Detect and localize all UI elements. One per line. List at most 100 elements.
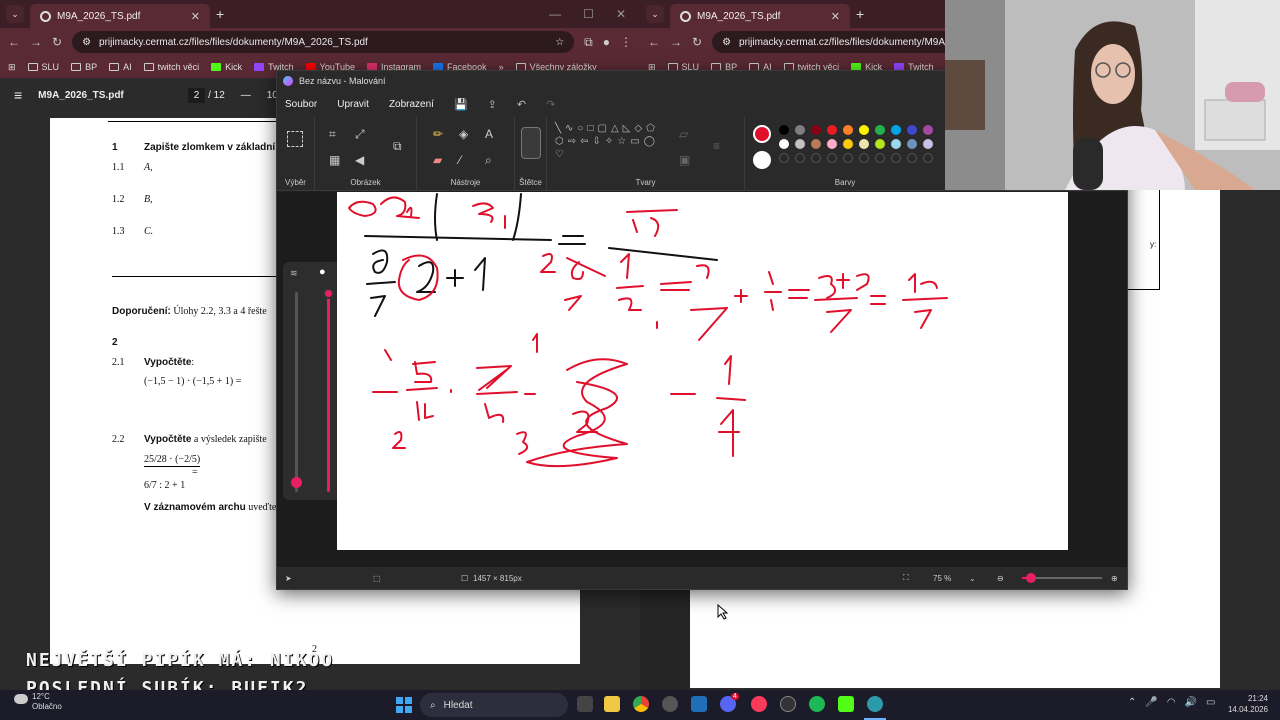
- close-tab-icon[interactable]: ✕: [831, 10, 840, 23]
- reload-icon[interactable]: ↻: [692, 35, 702, 49]
- weather-widget[interactable]: 12°C Oblačno: [14, 692, 62, 712]
- menu-icon[interactable]: ⋮: [620, 35, 632, 49]
- color-swatch[interactable]: [891, 125, 901, 135]
- color-swatch[interactable]: [795, 139, 805, 149]
- fit-screen-icon[interactable]: ⛶: [903, 573, 909, 583]
- settings-icon[interactable]: [662, 696, 678, 712]
- color-swatch[interactable]: [811, 125, 821, 135]
- pencil-icon[interactable]: ✏: [433, 127, 443, 141]
- heart-icon[interactable]: ♡: [555, 149, 564, 160]
- clock[interactable]: 21:24 14.04.2026: [1228, 693, 1268, 715]
- back-icon[interactable]: ←: [8, 35, 20, 49]
- bookmark-item[interactable]: AI: [109, 62, 132, 72]
- chevron-up-icon[interactable]: ⌃: [1128, 697, 1136, 708]
- battery-icon[interactable]: ▭: [1206, 697, 1215, 708]
- zoom-out-icon[interactable]: —: [241, 90, 251, 101]
- color-picker-icon[interactable]: ⁄: [459, 153, 461, 167]
- color-swatch[interactable]: [859, 139, 869, 149]
- color-swatch[interactable]: [859, 125, 869, 135]
- curve-icon[interactable]: ∿: [565, 123, 573, 134]
- custom-color-slot[interactable]: [859, 153, 869, 163]
- color-swatch[interactable]: [923, 139, 933, 149]
- outline-icon[interactable]: ▱: [679, 127, 688, 141]
- paint-app-icon[interactable]: [867, 696, 883, 712]
- save-icon[interactable]: 💾: [454, 98, 468, 111]
- tab-search-icon[interactable]: ⌄: [646, 5, 664, 23]
- zoom-out-icon[interactable]: ⊖: [997, 574, 1004, 583]
- custom-color-slot[interactable]: [907, 153, 917, 163]
- bookmark-star-icon[interactable]: ☆: [555, 37, 564, 48]
- text-icon[interactable]: A: [485, 127, 493, 141]
- star4-icon[interactable]: ✧: [605, 136, 613, 147]
- custom-color-slot[interactable]: [875, 153, 885, 163]
- share-icon[interactable]: ⇪: [488, 98, 497, 111]
- color-swatch[interactable]: [891, 139, 901, 149]
- callout-oval-icon[interactable]: ◯: [644, 136, 655, 147]
- star5-icon[interactable]: ☆: [617, 136, 626, 147]
- zoom-slider[interactable]: [1022, 573, 1102, 583]
- forward-icon[interactable]: →: [30, 35, 42, 49]
- spotify-icon[interactable]: [809, 696, 825, 712]
- site-info-icon[interactable]: ⚙: [82, 37, 91, 48]
- zoom-knob[interactable]: [1026, 573, 1036, 583]
- fill-icon[interactable]: ◈: [459, 127, 468, 141]
- arrow-down-icon[interactable]: ⇩: [593, 136, 601, 147]
- new-tab-icon[interactable]: +: [856, 6, 864, 22]
- close-tab-icon[interactable]: ✕: [191, 10, 200, 23]
- rectangle-icon[interactable]: □: [587, 123, 593, 134]
- app-icon[interactable]: [691, 696, 707, 712]
- arrow-right-icon[interactable]: ⇨: [568, 136, 576, 147]
- obs-icon[interactable]: [780, 696, 796, 712]
- task-view-icon[interactable]: [577, 696, 593, 712]
- zoom-level[interactable]: 75 %: [933, 574, 951, 583]
- file-explorer-icon[interactable]: [604, 696, 620, 712]
- menu-view[interactable]: Zobrazení: [389, 99, 434, 110]
- minimize-icon[interactable]: —: [549, 7, 561, 21]
- tab-pdf[interactable]: M9A_2026_TS.pdf ✕: [670, 4, 850, 28]
- rotate-icon[interactable]: ◀: [355, 153, 364, 167]
- zoom-dropdown-icon[interactable]: ⌄: [969, 574, 976, 583]
- pdf-menu-icon[interactable]: ≡: [14, 87, 22, 103]
- close-window-icon[interactable]: ✕: [616, 7, 626, 21]
- selection-icon[interactable]: [287, 131, 303, 147]
- size-icon[interactable]: ≡: [713, 139, 720, 153]
- background-removal-icon[interactable]: ▦: [329, 153, 340, 167]
- hexagon-icon[interactable]: ⬡: [555, 136, 564, 147]
- wifi-icon[interactable]: ◠: [1167, 697, 1176, 708]
- arrow-left-icon[interactable]: ⇦: [580, 136, 588, 147]
- start-icon[interactable]: [396, 697, 412, 713]
- redo-icon[interactable]: ↷: [546, 98, 555, 111]
- color-swatch[interactable]: [843, 125, 853, 135]
- url-bar[interactable]: ⚙ prijimacky.cermat.cz/files/files/dokum…: [72, 31, 575, 53]
- apps-icon[interactable]: ⊞: [8, 62, 16, 73]
- custom-color-slot[interactable]: [923, 153, 933, 163]
- shapes-gallery[interactable]: ╲ ∿ ○ □ ▢ △ ◺ ◇ ⬠ ⬡ ⇨ ⇦ ⇩ ✧ ☆ ▭ ◯ ♡: [555, 123, 659, 160]
- shape-fill-icon[interactable]: ▣: [679, 153, 690, 167]
- opacity-slider[interactable]: [291, 292, 302, 492]
- bookmark-item[interactable]: BP: [71, 62, 97, 72]
- extensions-icon[interactable]: ⧉: [584, 35, 593, 50]
- profile-icon[interactable]: ●: [603, 35, 610, 49]
- pentagon-icon[interactable]: ⬠: [646, 123, 655, 134]
- diamond-icon[interactable]: ◇: [634, 123, 642, 134]
- bookmark-item[interactable]: Kick: [211, 62, 242, 72]
- forward-icon[interactable]: →: [670, 35, 682, 49]
- taskbar-search[interactable]: ⌕ Hledat: [420, 693, 568, 717]
- page-input[interactable]: 2: [187, 87, 206, 103]
- size-slider[interactable]: [323, 288, 334, 492]
- color-swatch[interactable]: [923, 125, 933, 135]
- color-swatch[interactable]: [827, 139, 837, 149]
- color-swatch[interactable]: [843, 139, 853, 149]
- back-icon[interactable]: ←: [648, 35, 660, 49]
- custom-color-slot[interactable]: [891, 153, 901, 163]
- zoom-in-icon[interactable]: ⊕: [1111, 574, 1118, 583]
- color-swatch[interactable]: [779, 139, 789, 149]
- menu-file[interactable]: Soubor: [285, 99, 317, 110]
- color-swatch[interactable]: [875, 125, 885, 135]
- eraser-icon[interactable]: ▰: [433, 153, 442, 167]
- chrome-icon[interactable]: [633, 696, 649, 712]
- color-swatch[interactable]: [795, 125, 805, 135]
- right-triangle-icon[interactable]: ◺: [623, 123, 631, 134]
- music-icon[interactable]: [751, 696, 767, 712]
- new-tab-icon[interactable]: +: [216, 6, 224, 22]
